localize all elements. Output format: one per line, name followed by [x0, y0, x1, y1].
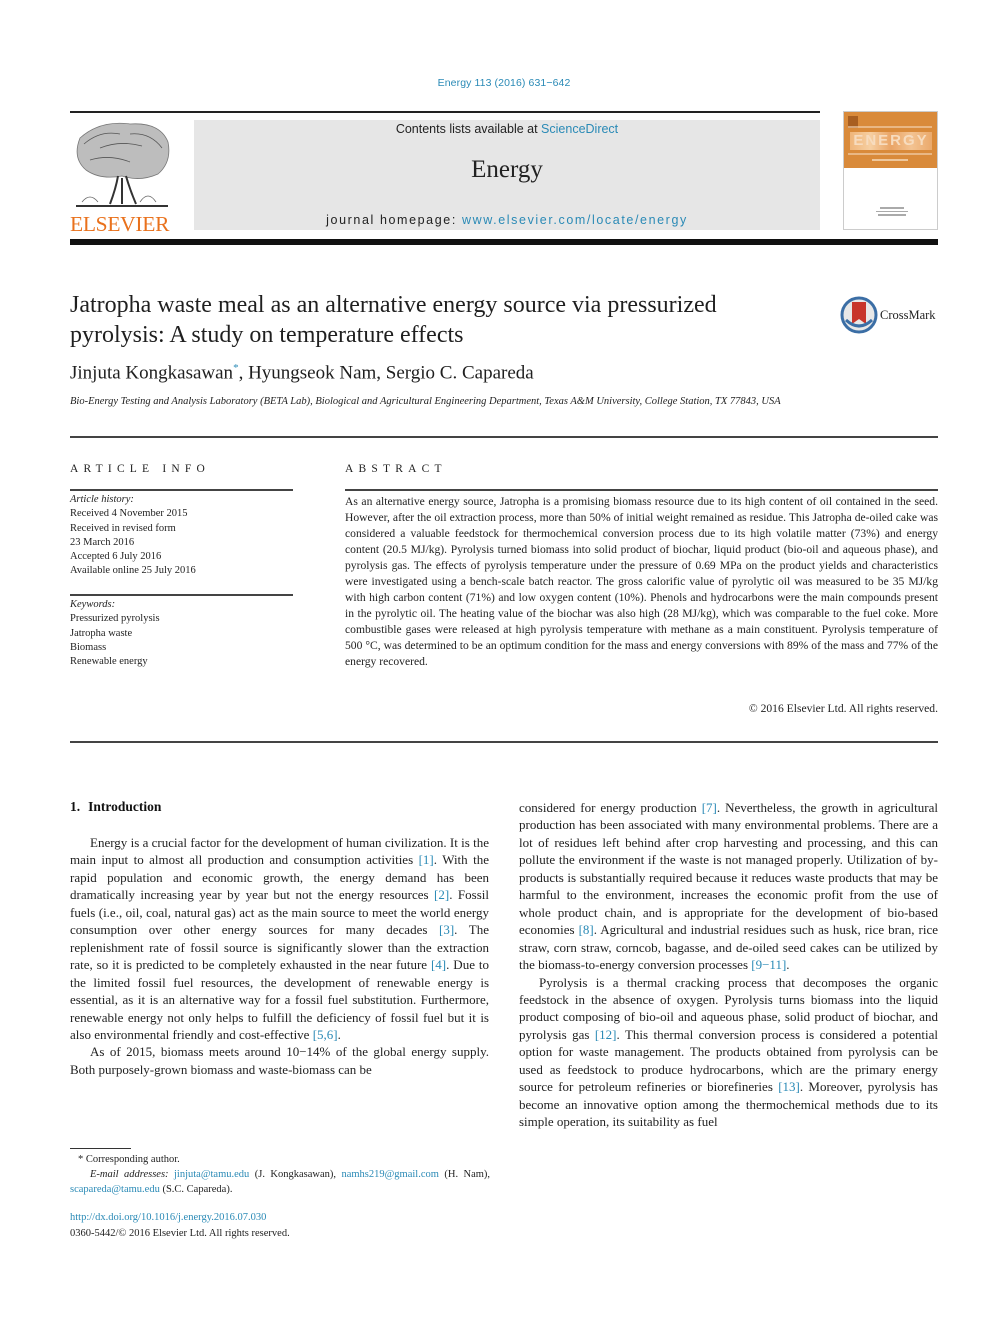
citation-ref-link[interactable]: [12] — [595, 1027, 617, 1042]
citation-ref-link[interactable]: [3] — [439, 922, 454, 937]
keyword: Renewable energy — [70, 656, 148, 668]
divider — [70, 489, 293, 491]
cover-title: ENERGY — [850, 132, 932, 150]
contents-prefix: Contents lists available at — [395, 122, 542, 136]
homepage-prefix: journal homepage: — [326, 213, 462, 227]
email-note: E-mail addresses: jinjuta@tamu.edu (J. K… — [70, 1167, 490, 1197]
corresponding-note: * Corresponding author. — [70, 1152, 490, 1167]
elsevier-wordmark: ELSEVIER — [70, 212, 170, 236]
divider — [70, 741, 938, 743]
citation-ref-link[interactable]: [8] — [579, 922, 594, 937]
abstract-copyright: © 2016 Elsevier Ltd. All rights reserved… — [748, 702, 938, 715]
author-separator: , — [238, 362, 249, 384]
paragraph: Pyrolysis is a thermal cracking process … — [519, 974, 938, 1130]
elsevier-logo[interactable]: ELSEVIER — [70, 118, 174, 236]
title-line-2: pyrolysis: A study on temperature effect… — [70, 322, 464, 348]
email-link[interactable]: scapareda@tamu.edu — [70, 1184, 160, 1195]
crossmark-label: CrossMark — [880, 308, 936, 322]
section-title: Introduction — [88, 799, 162, 814]
keyword: Biomass — [70, 641, 107, 653]
email-link[interactable]: namhs219@gmail.com — [341, 1169, 438, 1180]
cover-strip — [848, 126, 932, 128]
author-name[interactable]: Sergio C. Capareda — [386, 362, 534, 383]
article-info-heading: ARTICLE INFO — [70, 463, 210, 475]
history-label: Article history: — [70, 494, 134, 505]
history-item: Received 4 November 2015 — [70, 508, 188, 520]
paragraph: As of 2015, biomass meets around 10−14% … — [70, 1044, 489, 1077]
keywords: Keywords: Pressurized pyrolysis Jatropha… — [70, 598, 160, 669]
citation-ref-link[interactable]: [13] — [778, 1079, 800, 1094]
cover-footer — [874, 205, 910, 219]
keyword: Pressurized pyrolysis — [70, 613, 160, 625]
journal-cover-thumbnail[interactable]: ENERGY — [843, 111, 938, 230]
corresponding-text: Corresponding author. — [85, 1154, 180, 1165]
journal-name: Energy — [471, 156, 543, 183]
history-item: Available online 25 July 2016 — [70, 565, 196, 577]
article-title: Jatropha waste meal as an alternative en… — [70, 290, 830, 350]
cover-strip — [872, 159, 908, 161]
divider — [70, 594, 293, 596]
elsevier-tree-icon — [76, 122, 170, 207]
doi-link[interactable]: http://dx.doi.org/10.1016/j.energy.2016.… — [70, 1212, 266, 1223]
contents-line: Contents lists available at ScienceDirec… — [194, 122, 820, 136]
title-line-1: Jatropha waste meal as an alternative en… — [70, 292, 717, 318]
doi-block: http://dx.doi.org/10.1016/j.energy.2016.… — [70, 1210, 290, 1241]
author-name[interactable]: Hyungseok Nam — [248, 362, 376, 383]
cover-strip — [848, 153, 932, 155]
email-owner: (J. Kongkasawan), — [254, 1169, 336, 1180]
citation-ref-link[interactable]: [1] — [419, 852, 434, 867]
abstract-heading: ABSTRACT — [345, 463, 447, 475]
citation-ref-link[interactable]: [5,6] — [313, 1027, 338, 1042]
divider — [345, 489, 938, 491]
history-item: 23 March 2016 — [70, 536, 135, 548]
homepage-line: journal homepage: www.elsevier.com/locat… — [194, 213, 820, 227]
history-item: Received in revised form — [70, 522, 176, 534]
footnote-mark: * — [78, 1154, 84, 1165]
section-heading: 1. Introduction — [70, 799, 161, 815]
keywords-label: Keywords: — [70, 599, 116, 610]
crossmark-icon — [840, 296, 878, 334]
journal-banner: Contents lists available at ScienceDirec… — [194, 120, 820, 230]
citation-text[interactable]: Energy 113 (2016) 631−642 — [438, 77, 571, 89]
masthead-rule — [70, 239, 938, 245]
email-label: E-mail addresses: — [90, 1169, 169, 1180]
email-owner: (S.C. Capareda). — [162, 1184, 233, 1195]
email-link[interactable]: jinjuta@tamu.edu — [174, 1169, 249, 1180]
sciencedirect-link[interactable]: ScienceDirect — [541, 122, 618, 136]
history-item: Accepted 6 July 2016 — [70, 551, 162, 563]
paragraph: Energy is a crucial factor for the devel… — [70, 835, 489, 1042]
author-name[interactable]: Jinjuta Kongkasawan — [70, 362, 233, 383]
section-number: 1. — [70, 799, 81, 814]
body-column-right: considered for energy production [7]. Ne… — [519, 799, 938, 1131]
article-history: Article history: Received 4 November 201… — [70, 493, 196, 579]
homepage-link[interactable]: www.elsevier.com/locate/energy — [462, 213, 688, 227]
citation-ref-link[interactable]: [2] — [434, 887, 449, 902]
header-rule — [70, 111, 820, 113]
crossmark-button[interactable]: CrossMark — [840, 296, 940, 336]
author-separator: , — [376, 362, 386, 384]
abstract-text: As an alternative energy source, Jatroph… — [345, 495, 938, 668]
paragraph: considered for energy production [7]. Ne… — [519, 800, 938, 973]
cover-orange-band: ENERGY — [844, 112, 937, 168]
email-owner: (H. Nam), — [444, 1169, 491, 1180]
author-affiliation: Bio-Energy Testing and Analysis Laborato… — [70, 396, 781, 407]
footnote-rule — [70, 1148, 131, 1149]
issn-copyright: 0360-5442/© 2016 Elsevier Ltd. All right… — [70, 1227, 290, 1239]
keyword: Jatropha waste — [70, 627, 133, 639]
citation-ref-link[interactable]: [4] — [431, 957, 446, 972]
journal-citation-link[interactable]: Energy 113 (2016) 631−642 — [0, 77, 992, 89]
citation-ref-link[interactable]: [9−11] — [751, 957, 786, 972]
citation-ref-link[interactable]: [7] — [702, 800, 717, 815]
divider — [70, 436, 938, 438]
author-list: Jinjuta Kongkasawan*, Hyungseok Nam, Ser… — [70, 362, 534, 384]
footnote: * Corresponding author. E-mail addresses… — [70, 1152, 490, 1197]
body-column-left: Energy is a crucial factor for the devel… — [70, 834, 489, 1078]
